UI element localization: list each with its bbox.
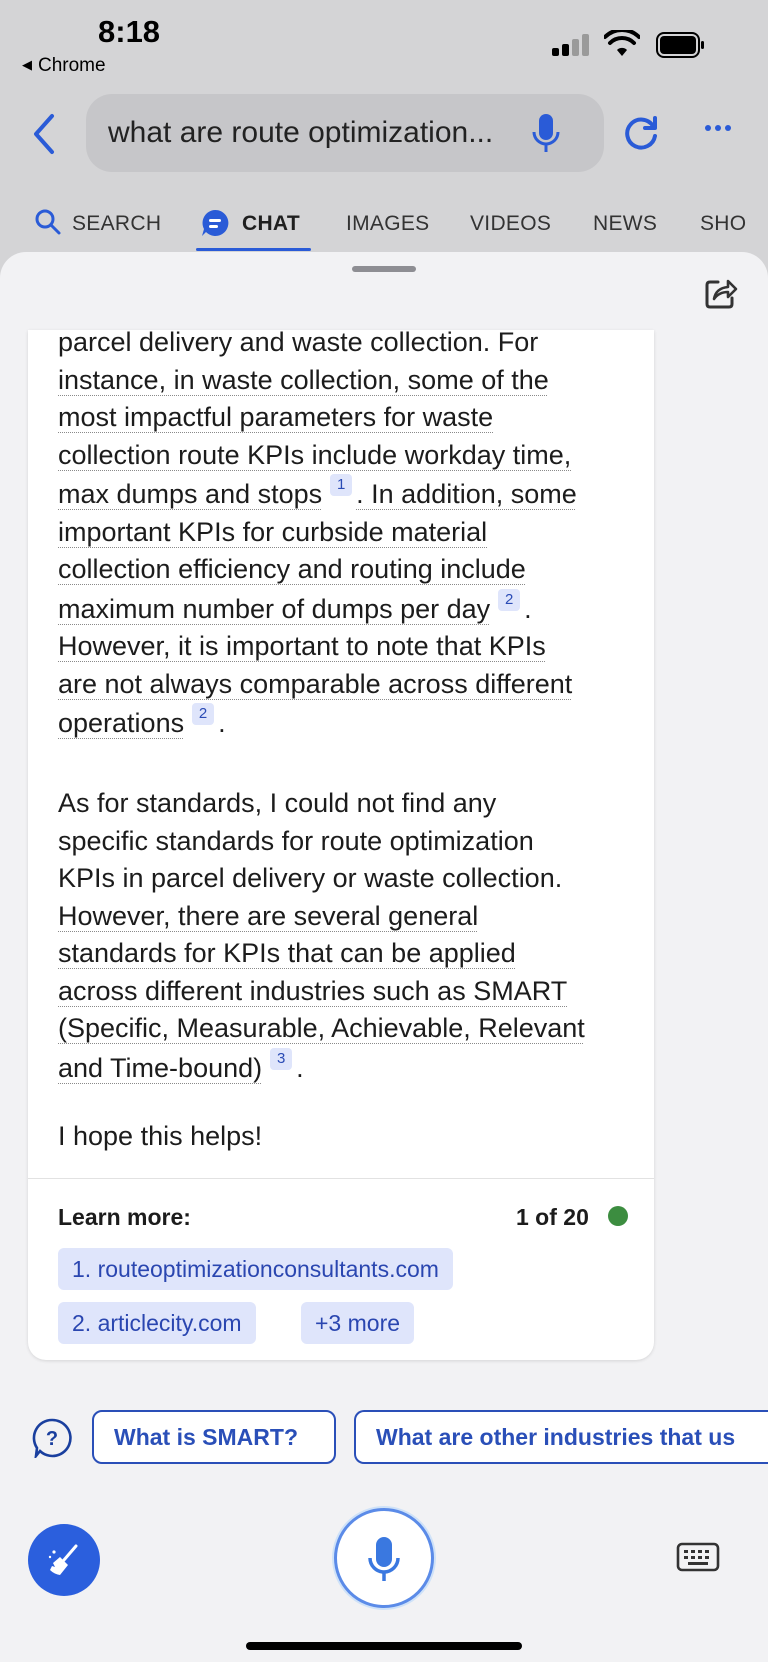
voice-input-button[interactable] xyxy=(334,1508,434,1608)
battery-icon xyxy=(656,32,704,58)
tab-chat[interactable]: CHAT xyxy=(242,212,300,236)
search-bar[interactable]: what are route optimization... xyxy=(86,94,604,172)
new-topic-button[interactable] xyxy=(28,1524,100,1596)
source-link-2[interactable]: 2. articlecity.com xyxy=(58,1302,256,1344)
citation-badge[interactable]: 2 xyxy=(192,703,215,725)
microphone-icon xyxy=(368,1537,400,1581)
tab-news[interactable]: NEWS xyxy=(593,212,657,236)
card-divider xyxy=(28,1178,654,1179)
back-triangle-icon: ◀ xyxy=(22,57,32,72)
tab-bar: SEARCH CHAT IMAGES VIDEOS NEWS SHO xyxy=(0,192,768,252)
search-query[interactable]: what are route optimization... xyxy=(108,116,493,150)
share-icon[interactable] xyxy=(704,276,738,310)
home-indicator xyxy=(246,1642,522,1650)
refresh-icon[interactable] xyxy=(622,114,660,152)
answer-paragraph-3: I hope this helps! xyxy=(58,1121,263,1151)
status-dot xyxy=(608,1206,628,1226)
back-to-app-link[interactable]: ◀ Chrome xyxy=(22,55,106,77)
microphone-icon[interactable] xyxy=(532,112,560,154)
response-counter: 1 of 20 xyxy=(516,1204,589,1230)
broom-icon xyxy=(48,1544,78,1575)
back-chevron-icon[interactable] xyxy=(30,110,60,158)
tab-images[interactable]: IMAGES xyxy=(346,212,429,236)
status-time: 8:18 xyxy=(98,14,161,49)
tab-shopping[interactable]: SHO xyxy=(700,212,746,236)
citation-badge[interactable]: 3 xyxy=(270,1047,293,1070)
suggestion-chip-2[interactable]: What are other industries that us xyxy=(354,1410,768,1464)
suggestion-chip-1[interactable]: What is SMART? xyxy=(92,1410,336,1464)
help-icon[interactable]: ? xyxy=(32,1418,72,1458)
active-tab-indicator xyxy=(196,248,311,251)
source-link-1[interactable]: 1. routeoptimizationconsultants.com xyxy=(58,1248,453,1290)
sheet-grabber[interactable] xyxy=(352,266,416,272)
more-sources-button[interactable]: +3 more xyxy=(301,1302,415,1344)
answer-paragraph-2: As for standards, I could not find any s… xyxy=(58,788,585,1083)
more-options-icon[interactable] xyxy=(704,124,732,132)
tab-videos[interactable]: VIDEOS xyxy=(470,212,551,236)
search-icon xyxy=(35,209,61,235)
svg-text:?: ? xyxy=(46,1428,58,1450)
wifi-icon xyxy=(604,30,640,56)
tab-search[interactable]: SEARCH xyxy=(72,212,161,236)
answer-paragraph-1: parcel delivery and waste collection. Fo… xyxy=(58,327,577,738)
status-bar: 8:18 ◀ Chrome xyxy=(0,0,768,84)
learn-more-label: Learn more: xyxy=(58,1204,191,1230)
chat-icon xyxy=(202,209,229,236)
answer-card: parcel delivery and waste collection. Fo… xyxy=(28,327,654,1360)
cellular-signal-icon xyxy=(552,34,594,56)
keyboard-icon[interactable] xyxy=(676,1542,720,1572)
back-app-label: Chrome xyxy=(38,55,106,76)
citation-badge[interactable]: 1 xyxy=(330,474,353,496)
citation-badge[interactable]: 2 xyxy=(498,588,521,611)
